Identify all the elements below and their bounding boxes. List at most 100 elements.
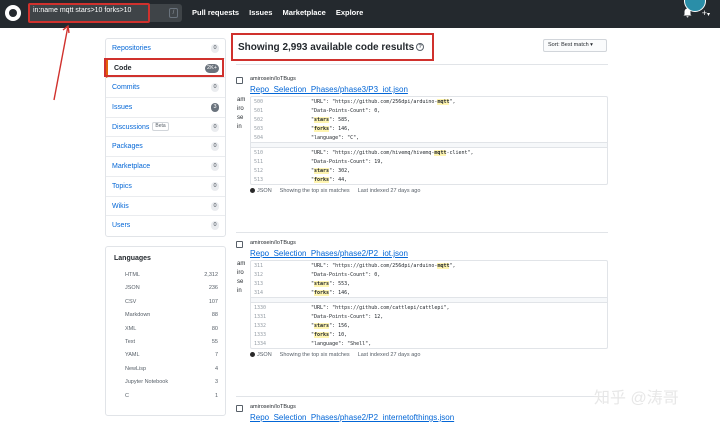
match-highlight: stars <box>314 323 330 329</box>
code-text: "language": "Shell", <box>311 341 372 347</box>
header-divider <box>236 64 608 65</box>
sidebar-item-marketplace[interactable]: Marketplace 0 <box>106 157 225 177</box>
result-file-link[interactable]: Repo_Selection_Phases/phase3/P3_iot.json <box>250 85 408 94</box>
nav-marketplace[interactable]: Marketplace <box>282 8 325 17</box>
language-name: NewLisp <box>125 365 147 372</box>
sidebar-item-wikis[interactable]: Wikis 0 <box>106 197 225 217</box>
sidebar-item-label: Marketplace <box>112 163 151 171</box>
nav-pull-requests[interactable]: Pull requests <box>192 8 239 17</box>
line-number: 500 <box>254 99 264 105</box>
sort-dropdown[interactable]: Sort: Best match ▾ <box>543 39 607 52</box>
code-text: "stars": 553, <box>311 281 351 287</box>
code-text: "Data-Points-Count": 12, <box>311 314 384 320</box>
language-count: 236 <box>208 285 218 292</box>
caret-down-icon: ▾ <box>706 12 710 18</box>
sidebar-item-users[interactable]: Users 0 <box>106 216 225 236</box>
line-number: 1332 <box>254 323 267 329</box>
language-name: Markdown <box>125 312 151 319</box>
language-name: JSON <box>125 285 140 292</box>
annotation-arrow-icon <box>53 24 70 101</box>
language-item[interactable]: XML 80 <box>120 323 218 336</box>
line-number: 502 <box>254 117 264 123</box>
code-text: "URL": "https://github.com/256dpi/arduin… <box>311 263 456 269</box>
code-line: 511 "Data-Points-Count": 19, <box>251 157 607 166</box>
line-number: 1331 <box>254 314 267 320</box>
match-highlight: mqtt <box>437 99 450 105</box>
result-file-link[interactable]: Repo_Selection_Phases/phase2/P2_internet… <box>250 413 454 422</box>
language-count: 4 <box>214 365 218 372</box>
sidebar-item-topics[interactable]: Topics 0 <box>106 177 225 197</box>
count-badge: 0 <box>211 142 219 152</box>
github-logo-icon[interactable] <box>5 5 21 21</box>
sidebar-item-label: Commits <box>112 84 140 92</box>
code-line: 504 "language": "C", <box>251 133 607 142</box>
language-item[interactable]: Jupyter Notebook 3 <box>120 376 218 389</box>
language-name: HTML <box>125 272 140 278</box>
sidebar-item-packages[interactable]: Packages 0 <box>106 137 225 158</box>
language-item[interactable]: Markdown 88 <box>120 309 218 322</box>
result-meta: JSON Showing the top six matches Last inde… <box>250 352 420 358</box>
code-line: 510 "URL": "https://github.com/hivemq/hiv… <box>251 148 607 157</box>
code-line: 1334 "language": "Shell", <box>251 339 607 348</box>
description-fragment: in <box>237 124 242 130</box>
sidebar-item-label: Discussions <box>112 123 150 131</box>
language-item[interactable]: YAML 7 <box>120 349 218 362</box>
code-text: "URL": "https://github.com/256dpi/arduin… <box>311 99 456 105</box>
new-menu-button[interactable]: +▾ <box>702 8 710 18</box>
nav-issues[interactable]: Issues <box>249 8 272 17</box>
line-number: 1334 <box>254 341 267 347</box>
sidebar-item-repositories[interactable]: Repositories 0 <box>106 39 225 59</box>
result-matches[interactable]: Showing the top six matches <box>280 352 350 358</box>
beta-badge: Beta <box>152 122 169 132</box>
code-text: "stars": 585, <box>311 117 351 123</box>
languages-title: Languages <box>114 255 151 262</box>
nav-explore[interactable]: Explore <box>336 8 364 17</box>
line-number: 511 <box>254 159 264 165</box>
language-item[interactable]: C1 <box>120 390 218 403</box>
annotation-code-highlight <box>104 58 224 77</box>
code-line: 1330 "URL": "https://github.com/cattlepi/… <box>251 303 607 312</box>
language-item[interactable]: NewLisp 4 <box>120 363 218 376</box>
sidebar-item-label: Users <box>112 222 131 230</box>
count-badge: 0 <box>211 83 219 93</box>
code-line: 503 "forks": 146, <box>251 124 607 133</box>
result-file-link[interactable]: Repo_Selection_Phases/phase2/P2_iot.json <box>250 249 408 258</box>
description-fragment: se <box>237 279 244 285</box>
code-text: "Data-Points-Count": 0, <box>311 108 381 114</box>
language-color-dot <box>250 188 255 194</box>
match-highlight: stars <box>314 117 330 123</box>
result-matches[interactable]: Showing the top six matches <box>280 188 350 194</box>
sidebar-item-commits[interactable]: Commits 0 <box>106 78 225 99</box>
code-line: 314 "forks": 146, <box>251 288 607 297</box>
repo-icon <box>236 77 243 84</box>
code-line: 512 "stars": 302, <box>251 166 607 175</box>
truncated-description: am iro se in <box>237 260 247 296</box>
result-meta: JSON Showing the top six matches Last inde… <box>250 188 420 194</box>
language-item[interactable]: HTML 2,312 <box>120 269 218 282</box>
result-language: JSON <box>250 188 272 194</box>
line-number: 513 <box>254 177 264 183</box>
count-badge: 3 <box>211 103 219 113</box>
code-line: 500 "URL": "https://github.com/256dpi/ard… <box>251 97 607 106</box>
result-indexed: Last indexed 27 days ago <box>357 188 421 194</box>
line-number: 314 <box>254 290 264 296</box>
result-repo-name[interactable]: amirosein/IoTBugs <box>250 76 296 82</box>
result-repo-name[interactable]: amirosein/IoTBugs <box>250 240 296 246</box>
code-line: 502 "stars": 585, <box>251 115 607 124</box>
language-count: 2,312 <box>204 272 218 278</box>
header-nav: Pull requests Issues Marketplace Explore <box>192 8 363 17</box>
line-number: 501 <box>254 108 264 114</box>
sidebar-item-discussions[interactable]: Discussions Beta 0 <box>106 118 225 138</box>
description-fragment: iro <box>237 106 244 112</box>
language-item[interactable]: JSON 236 <box>120 282 218 295</box>
language-item[interactable]: CSV 107 <box>120 296 218 309</box>
match-highlight: mqtt <box>437 263 450 269</box>
code-snippet: 311 "URL": "https://github.com/256dpi/ard… <box>250 260 608 349</box>
count-badge: 0 <box>211 201 219 211</box>
result-repo-name[interactable]: amirosein/IoTBugs <box>250 404 296 410</box>
language-item[interactable]: Text 55 <box>120 336 218 349</box>
code-text: "URL": "https://github.com/hivemq/hivemq… <box>311 150 474 156</box>
code-line: 501 "Data-Points-Count": 0, <box>251 106 607 115</box>
description-fragment: am <box>237 97 246 103</box>
sidebar-item-issues[interactable]: Issues 3 <box>106 98 225 118</box>
